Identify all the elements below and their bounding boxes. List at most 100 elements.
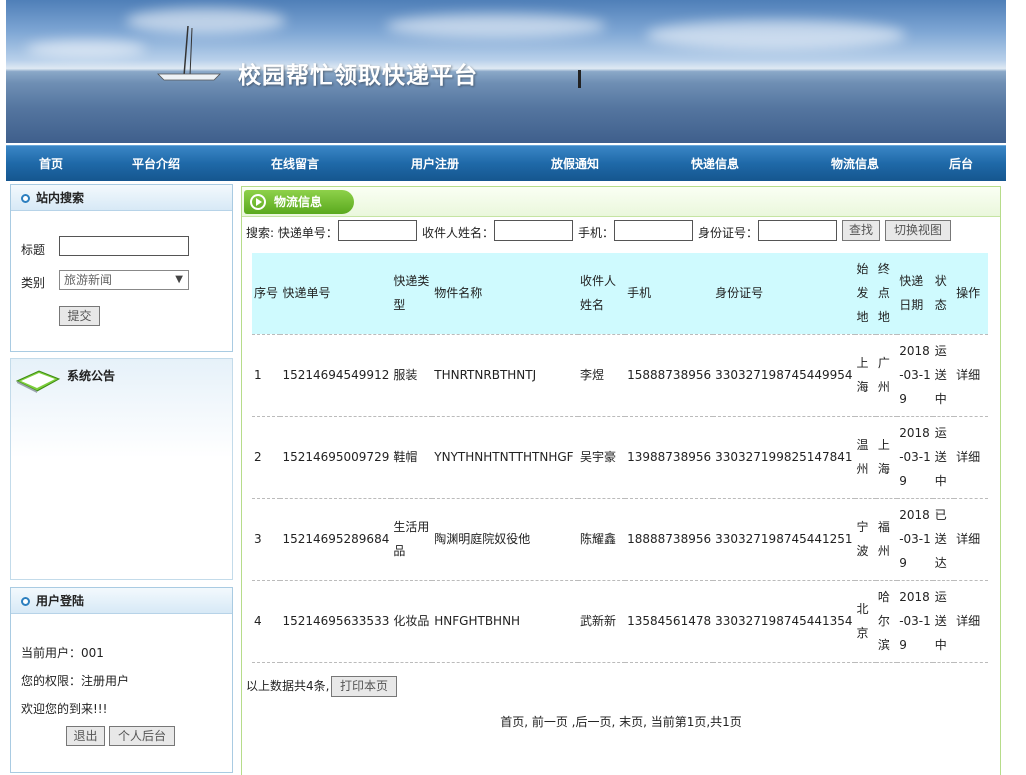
cell-phone: 13584561478: [625, 579, 714, 663]
nav-item-intro[interactable]: 平台介绍: [132, 146, 180, 182]
cell-receiver: 武新新: [577, 579, 626, 663]
nav-item-logistics[interactable]: 物流信息: [831, 146, 879, 182]
cell-date: 2018-03-19: [897, 497, 933, 580]
buoy-marker: [578, 70, 581, 88]
site-search-panel: 站内搜索 标题 类别 旅游新闻 ▼ 提交: [10, 184, 233, 352]
cell-phone: 15888738956: [625, 333, 714, 416]
cell-phone: 13988738956: [625, 415, 714, 498]
cell-type: 化妆品: [391, 579, 433, 663]
cell-item: HNFGHTBHNH: [432, 579, 578, 663]
col-header-item: 物件名称: [432, 253, 578, 334]
cell-index: 1: [252, 333, 281, 416]
receiver-name-input[interactable]: [494, 220, 573, 241]
detail-link[interactable]: 详细: [954, 333, 988, 416]
cell-date: 2018-03-19: [897, 415, 933, 498]
cell-id: 330327198745449954: [713, 333, 855, 416]
category-select[interactable]: 旅游新闻 ▼: [59, 270, 189, 290]
col-header-date: 快递日期: [897, 253, 933, 334]
notice-title: 系统公告: [67, 369, 116, 383]
nav-item-admin[interactable]: 后台: [949, 146, 973, 182]
table-row: 3 15214695289684 生活用品 陶渊明庭院奴役他 陈耀鑫 18888…: [252, 497, 988, 580]
notice-panel: 系统公告: [10, 358, 233, 580]
cell-tracking: 15214695009729: [280, 415, 392, 498]
id-card-label: 身份证号：: [698, 226, 759, 240]
logistics-table: 序号 快递单号 快递类型 物件名称 收件人姓名 手机 身份证号 始发地 终点地 …: [252, 253, 988, 663]
cell-index: 2: [252, 415, 281, 498]
user-login-title: 用户登陆: [11, 588, 232, 614]
chevron-down-icon: ▼: [175, 274, 183, 285]
record-count-text: 以上数据共4条,: [246, 679, 330, 693]
cell-index: 3: [252, 497, 281, 580]
bullet-icon: [21, 597, 30, 606]
cell-origin: 宁波: [854, 497, 876, 580]
tracking-number-input[interactable]: [338, 220, 417, 241]
phone-input[interactable]: [614, 220, 693, 241]
cell-tracking: 15214694549912: [280, 333, 392, 416]
sailboat-icon: [157, 25, 221, 81]
welcome-text: 欢迎您的到来!!!: [21, 702, 108, 716]
site-search-title: 站内搜索: [11, 185, 232, 211]
logout-button[interactable]: 退出: [66, 726, 105, 746]
cell-status: 运送中: [932, 415, 955, 498]
table-row: 2 15214695009729 鞋帽 YNYTHNHTNTTHTNHGF 吴宇…: [252, 415, 988, 498]
detail-link[interactable]: 详细: [954, 579, 988, 663]
col-header-index: 序号: [252, 253, 281, 334]
detail-link[interactable]: 详细: [954, 497, 988, 580]
cell-destination: 上海: [875, 415, 898, 498]
nav-item-register[interactable]: 用户注册: [411, 146, 459, 182]
cell-item: YNYTHNHTNTTHTNHGF: [432, 415, 578, 498]
find-button[interactable]: 查找: [842, 220, 880, 241]
cell-destination: 哈尔滨: [875, 579, 898, 663]
cell-tracking: 15214695633533: [280, 579, 392, 663]
cell-id: 330327199825147841: [713, 415, 855, 498]
id-card-input[interactable]: [758, 220, 837, 241]
title-input[interactable]: [59, 236, 189, 256]
main-nav: 首页 平台介绍 在线留言 用户注册 放假通知 快递信息 物流信息 后台: [6, 145, 1006, 181]
print-page-button[interactable]: 打印本页: [331, 676, 397, 697]
cell-origin: 温州: [854, 415, 876, 498]
detail-link[interactable]: 详细: [954, 415, 988, 498]
pagination[interactable]: 首页, 前一页 ,后一页, 末页, 当前第1页,共1页: [242, 713, 1000, 730]
current-user-text: 当前用户：001: [21, 646, 104, 660]
cell-status: 已送达: [932, 497, 955, 580]
user-login-panel: 用户登陆 当前用户：001 您的权限：注册用户 欢迎您的到来!!! 退出 个人后…: [10, 587, 233, 773]
col-header-status: 状态: [932, 253, 955, 334]
cell-status: 运送中: [932, 333, 955, 416]
personal-backend-button[interactable]: 个人后台: [109, 726, 175, 746]
cell-date: 2018-03-19: [897, 333, 933, 416]
cell-origin: 北京: [854, 579, 876, 663]
nav-item-express[interactable]: 快递信息: [691, 146, 739, 182]
play-circle-icon: [250, 194, 266, 210]
table-row: 4 15214695633533 化妆品 HNFGHTBHNH 武新新 1358…: [252, 579, 988, 663]
submit-button[interactable]: 提交: [59, 306, 100, 326]
col-header-phone: 手机: [625, 253, 714, 334]
cell-phone: 18888738956: [625, 497, 714, 580]
nav-item-home[interactable]: 首页: [39, 146, 63, 182]
col-header-tracking: 快递单号: [280, 253, 392, 334]
col-header-destination: 终点地: [875, 253, 898, 334]
cell-destination: 福州: [875, 497, 898, 580]
title-label: 标题: [21, 243, 46, 257]
receiver-name-label: 收件人姓名：: [422, 226, 495, 240]
nav-item-holiday[interactable]: 放假通知: [551, 146, 599, 182]
col-header-id: 身份证号: [713, 253, 855, 334]
category-label: 类别: [21, 276, 46, 290]
content-header: 物流信息: [242, 187, 1000, 217]
cell-receiver: 陈耀鑫: [577, 497, 626, 580]
permission-text: 您的权限：注册用户: [21, 674, 130, 688]
nav-item-message[interactable]: 在线留言: [271, 146, 319, 182]
cell-type: 鞋帽: [391, 415, 433, 498]
cell-index: 4: [252, 579, 281, 663]
bullet-icon: [21, 194, 30, 203]
cell-item: 陶渊明庭院奴役他: [432, 497, 578, 580]
cell-receiver: 李煜: [577, 333, 626, 416]
logistics-content: 物流信息 搜索: 快递单号： 收件人姓名： 手机： 身份证号： 查找 切换视图 …: [241, 186, 1001, 775]
logistics-tab: 物流信息: [244, 190, 354, 214]
cell-type: 服装: [391, 333, 433, 416]
search-prefix-label: 搜索: 快递单号：: [246, 226, 338, 240]
switch-view-button[interactable]: 切换视图: [885, 220, 951, 241]
col-header-type: 快递类型: [391, 253, 433, 334]
book-icon: [15, 370, 61, 393]
cell-item: THNRTNRBTHNTJ: [432, 333, 578, 416]
col-header-origin: 始发地: [854, 253, 876, 334]
